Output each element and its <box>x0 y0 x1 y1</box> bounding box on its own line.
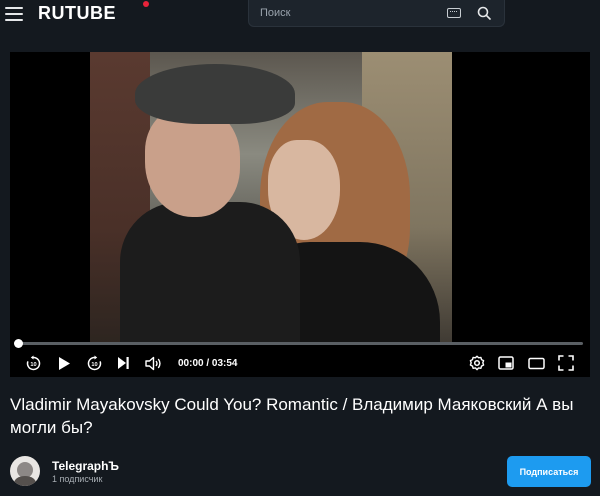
search-input[interactable]: Поиск <box>260 7 290 19</box>
search-icon[interactable] <box>477 6 491 20</box>
video-player[interactable]: 10 10 00:00 / 03:54 <box>10 52 590 377</box>
video-figure <box>120 202 300 344</box>
subscribe-button[interactable]: Подписаться <box>507 456 591 487</box>
play-icon[interactable] <box>56 354 72 372</box>
channel-name[interactable]: TelegraphЪ <box>52 459 119 473</box>
rewind-10-icon[interactable]: 10 <box>24 354 42 372</box>
menu-icon[interactable] <box>5 7 23 21</box>
fullscreen-icon[interactable] <box>557 354 575 372</box>
keyboard-icon[interactable] <box>447 8 461 18</box>
subscriber-count: 1 подписчик <box>52 474 103 484</box>
video-title: Vladimir Mayakovsky Could You? Romantic … <box>10 395 574 437</box>
search-bar[interactable]: Поиск <box>248 0 505 27</box>
forward-10-icon[interactable]: 10 <box>85 354 103 372</box>
video-figure <box>135 64 295 124</box>
avatar[interactable] <box>10 456 40 486</box>
progress-thumb[interactable] <box>14 339 23 348</box>
skip-next-icon[interactable] <box>115 354 131 372</box>
time-display: 00:00 / 03:54 <box>178 358 238 369</box>
top-bar: RUTUBE Поиск <box>0 0 600 34</box>
picture-in-picture-icon[interactable] <box>497 354 515 372</box>
progress-bar[interactable] <box>17 342 583 345</box>
logo-badge <box>143 1 149 7</box>
svg-text:10: 10 <box>91 362 97 368</box>
video-frame[interactable] <box>90 52 452 344</box>
theater-mode-icon[interactable] <box>527 354 545 372</box>
settings-icon[interactable] <box>468 354 486 372</box>
rutube-logo[interactable]: RUTUBE <box>38 3 116 24</box>
svg-text:10: 10 <box>30 362 36 368</box>
volume-icon[interactable] <box>145 354 163 372</box>
